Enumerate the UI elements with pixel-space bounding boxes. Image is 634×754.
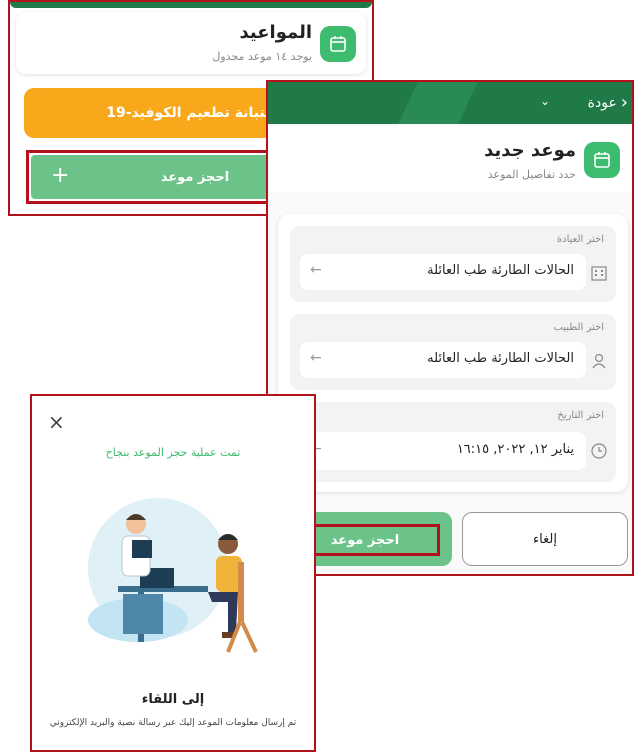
calendar-icon (584, 142, 620, 178)
date-field: اختر التاريخ يناير ١٢, ٢٠٢٢, ١٦:١٥ ← (290, 402, 616, 482)
success-panel: × تمت عملية حجز الموعد بنجاح إلى اللقاء … (30, 394, 316, 752)
clock-icon (590, 442, 608, 464)
page-title: المواعيد (239, 22, 313, 43)
clinic-label: اختر العيادة (556, 234, 604, 245)
plus-icon: + (51, 163, 70, 188)
covid-survey-label: استبانة تطعيم الكوفيد-19 (106, 105, 284, 121)
book-appointment-label: احجز موعد (160, 169, 230, 185)
doctor-select[interactable]: الحالات الطارئة طب العائله ← (300, 342, 586, 378)
doctor-consultation-illustration (78, 482, 278, 662)
appointments-header-card: المواعيد يوجد ١٤ موعد مجدول (16, 12, 366, 74)
date-value: يناير ١٢, ٢٠٢٢, ١٦:١٥ (456, 442, 574, 457)
cancel-button[interactable]: إلغاء (462, 512, 628, 566)
back-button[interactable]: ‹ عودة (588, 92, 628, 113)
new-appointment-header: موعد جديد حدد تفاصيل الموعد (268, 126, 632, 192)
new-appointment-title: موعد جديد (484, 140, 576, 161)
date-label: اختر التاريخ (557, 410, 604, 421)
chevron-down-icon[interactable]: ⌄ (540, 94, 550, 108)
doctor-value: الحالات الطارئة طب العائله (427, 351, 574, 366)
building-icon (590, 264, 608, 286)
doctor-icon (590, 352, 608, 374)
doctor-field: اختر الطبيب الحالات الطارئة طب العائله ← (290, 314, 616, 390)
new-appointment-panel: ‹ عودة ⌄ موعد جديد حدد تفاصيل الموعد اخت… (266, 80, 634, 576)
top-bar: ‹ عودة ⌄ (268, 82, 632, 124)
date-select[interactable]: يناير ١٢, ٢٠٢٢, ١٦:١٥ ← (300, 432, 586, 470)
book-label: احجز موعد (330, 532, 400, 548)
clinic-select[interactable]: الحالات الطارئة طب العائلة ← (300, 254, 586, 290)
page-subtitle: يوجد ١٤ موعد مجدول (212, 50, 312, 63)
back-label: عودة (587, 94, 617, 111)
close-icon[interactable]: × (48, 410, 65, 434)
success-message: تم إرسال معلومات الموعد إليك عبر رسالة ن… (49, 718, 297, 728)
form-card: اختر العيادة الحالات الطارئة طب العائلة … (278, 214, 628, 492)
success-headline: تمت عملية حجز الموعد بنجاح (105, 446, 241, 459)
doctor-label: اختر الطبيب (553, 322, 604, 333)
arrow-left-icon: ← (310, 262, 322, 278)
clinic-value: الحالات الطارئة طب العائلة (427, 263, 574, 278)
chevron-right-icon: ‹ (620, 92, 628, 113)
farewell-title: إلى اللقاء (141, 692, 205, 707)
arrow-left-icon: ← (310, 350, 322, 366)
calendar-icon (320, 26, 356, 62)
clinic-field: اختر العيادة الحالات الطارئة طب العائلة … (290, 226, 616, 302)
cancel-label: إلغاء (533, 531, 557, 547)
top-bar-stripe (398, 82, 478, 124)
appointments-header-strip (10, 2, 372, 8)
new-appointment-subtitle: حدد تفاصيل الموعد (487, 168, 576, 181)
